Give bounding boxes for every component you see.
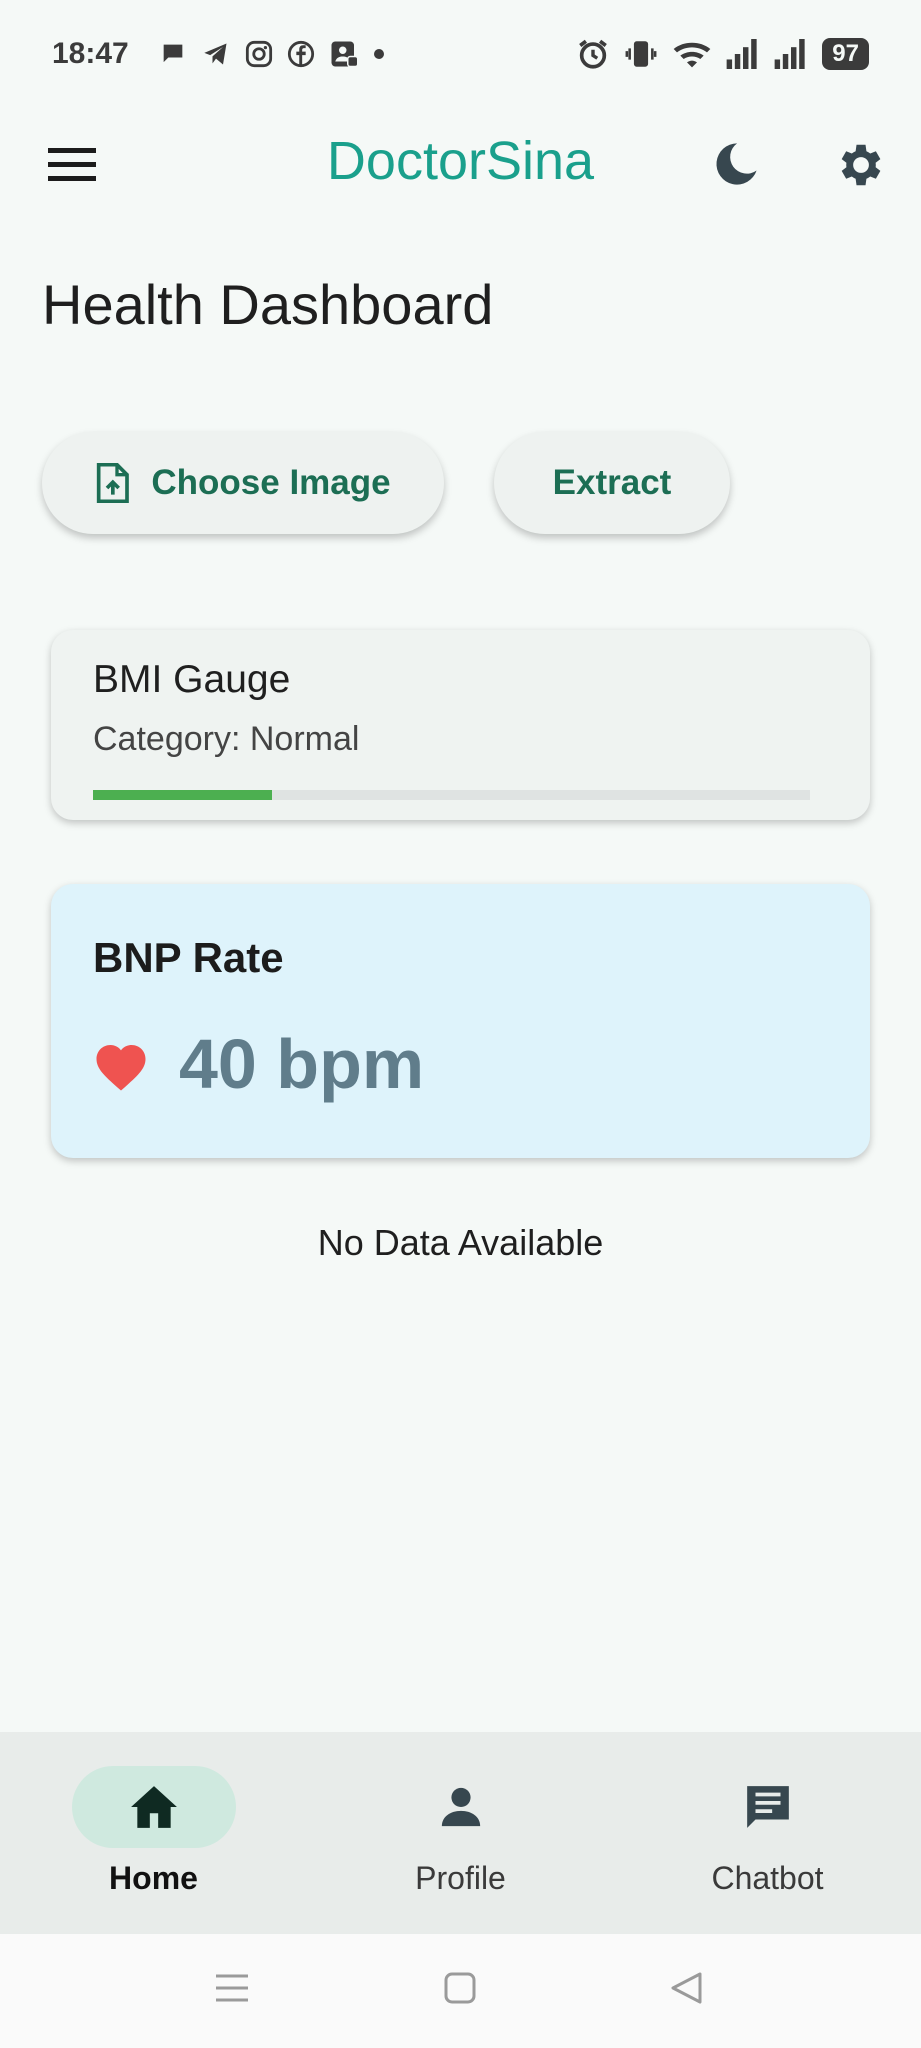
- bottom-navigation: Home Profile Chatbot: [0, 1732, 921, 1934]
- system-icons: 97: [576, 37, 869, 71]
- battery-indicator: 97: [822, 38, 869, 70]
- nav-profile-label: Profile: [415, 1860, 506, 1896]
- recent-apps-icon[interactable]: [216, 1972, 248, 2004]
- app-bar: DoctorSina: [0, 108, 921, 220]
- chat-icon: [746, 1786, 789, 1828]
- nav-item-home[interactable]: Home: [0, 1732, 307, 1934]
- signal-icon: [774, 39, 805, 69]
- home-icon: [130, 1786, 177, 1828]
- heart-icon: [96, 1045, 146, 1091]
- status-time: 18:47: [52, 37, 129, 70]
- file-upload-icon: [97, 463, 130, 503]
- app-title: DoctorSina: [326, 131, 595, 191]
- notification-icons: [159, 39, 385, 69]
- page-title: Health Dashboard: [42, 273, 494, 336]
- bmi-progress-fill: [93, 790, 273, 800]
- person-icon: [441, 1787, 480, 1827]
- facebook-icon: [287, 40, 314, 68]
- chat-bubble-icon: [163, 44, 183, 63]
- instagram-icon: [245, 40, 272, 68]
- bnp-rate-card: BNP Rate 40 bpm: [51, 884, 870, 1158]
- system-nav-bar: [0, 1934, 921, 2048]
- bmi-progress-track: [93, 790, 810, 800]
- extract-button[interactable]: Extract: [494, 432, 730, 534]
- nav-chatbot-label: Chatbot: [711, 1860, 824, 1896]
- choose-image-label: Choose Image: [151, 463, 391, 502]
- bmi-category: Category: Normal: [93, 720, 360, 758]
- dot-icon: [373, 49, 384, 59]
- nav-profile-indicator: [379, 1766, 543, 1848]
- wifi-icon: [673, 42, 711, 68]
- signal-icon: [726, 39, 757, 69]
- home-key-icon[interactable]: [444, 1972, 476, 2004]
- status-bar: 18:47 97: [0, 0, 921, 108]
- vibrate-icon: [625, 41, 657, 67]
- bnp-title: BNP Rate: [93, 934, 284, 981]
- nav-item-profile[interactable]: Profile: [307, 1732, 614, 1934]
- alarm-icon: [579, 39, 608, 69]
- bmi-title: BMI Gauge: [93, 658, 291, 701]
- moon-icon[interactable]: [710, 138, 762, 190]
- profile-card-icon: [331, 41, 359, 68]
- choose-image-button[interactable]: Choose Image: [42, 432, 444, 534]
- nav-home-label: Home: [109, 1860, 198, 1896]
- app-screen: 18:47 97 DoctorSina Health Dashboard Cho…: [0, 0, 921, 2048]
- nav-home-indicator: [71, 1766, 236, 1848]
- back-icon[interactable]: [670, 1972, 704, 2004]
- bnp-value: 40 bpm: [179, 1025, 425, 1103]
- bmi-gauge-card: BMI Gauge Category: Normal: [51, 630, 870, 820]
- extract-label: Extract: [552, 463, 672, 502]
- telegram-icon: [204, 43, 227, 65]
- gear-icon[interactable]: [832, 138, 886, 192]
- nav-item-chatbot[interactable]: Chatbot: [614, 1732, 921, 1934]
- nav-chatbot-indicator: [686, 1766, 850, 1848]
- no-data-message: No Data Available: [317, 1222, 604, 1263]
